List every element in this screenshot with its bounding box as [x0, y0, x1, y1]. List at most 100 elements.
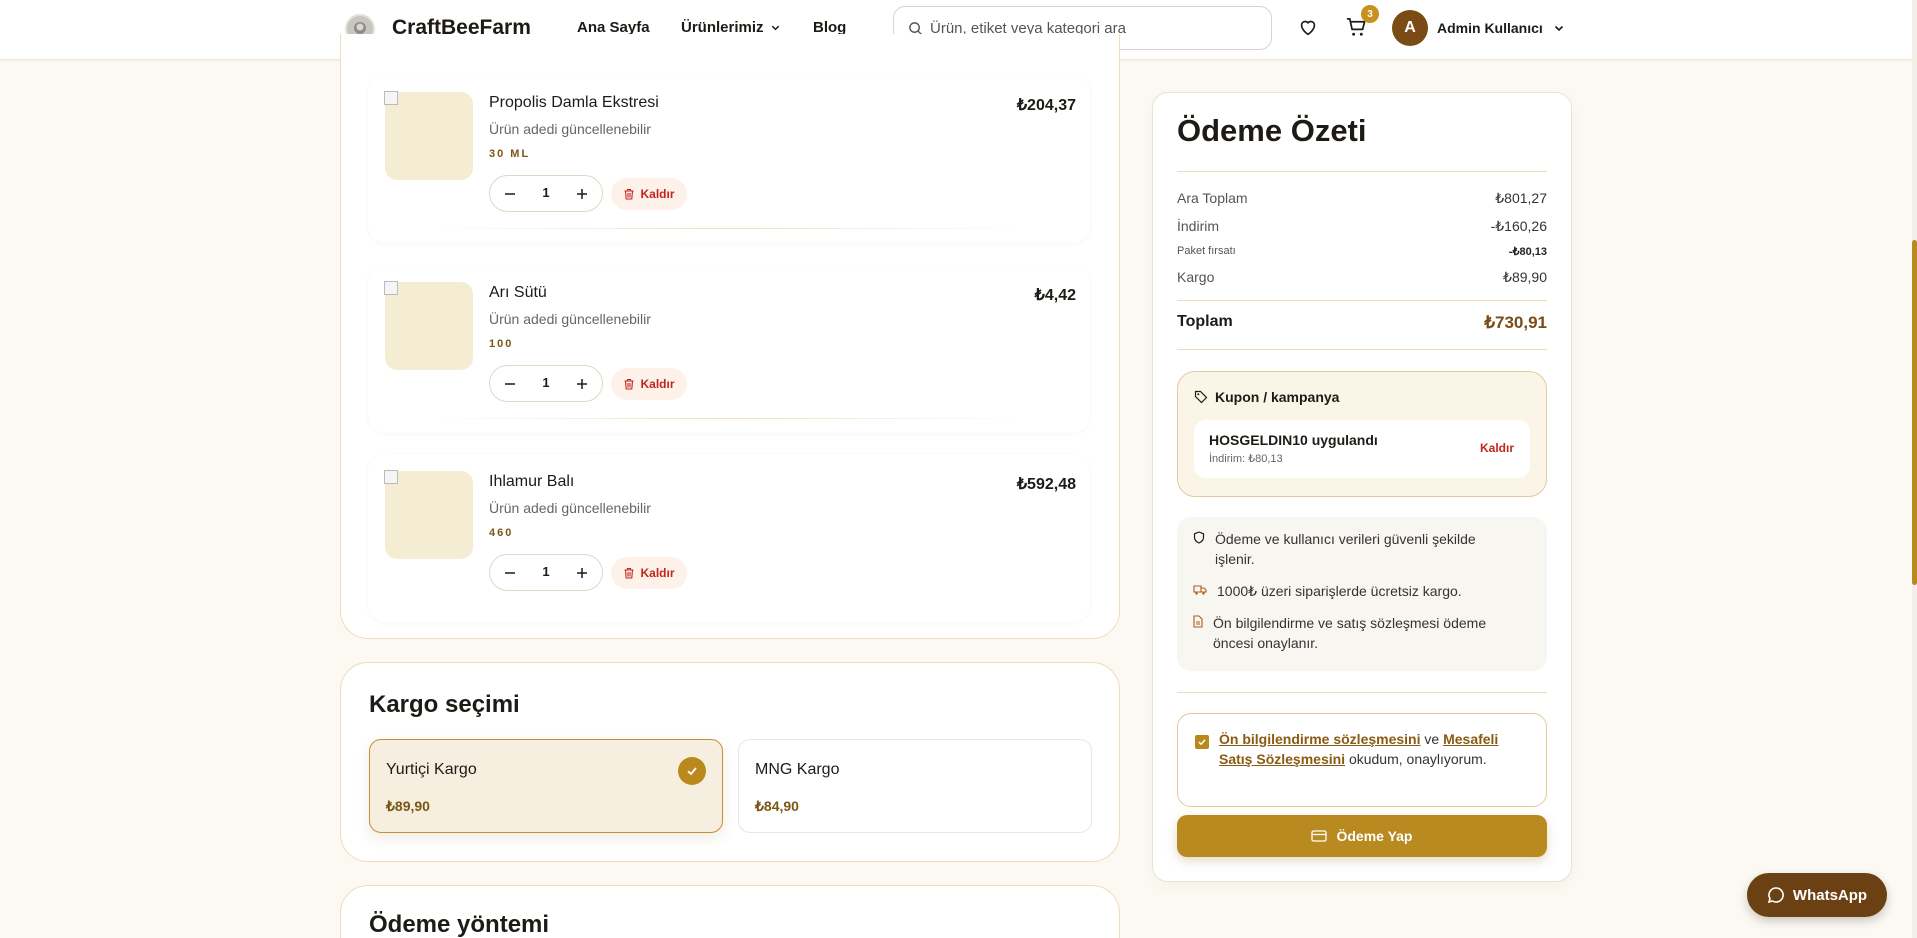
increase-quantity-button[interactable]: [564, 555, 600, 590]
coupon-box: Kupon / kampanya HOSGELDIN10 uygulandı İ…: [1177, 371, 1547, 497]
row-value: -₺80,13: [1508, 246, 1547, 258]
increase-quantity-button[interactable]: [564, 366, 600, 401]
quantity-value[interactable]: 1: [526, 185, 566, 200]
remove-item-button[interactable]: Kaldır: [611, 178, 687, 210]
decrease-quantity-button[interactable]: [492, 366, 528, 401]
agreement-text: Ön bilgilendirme sözleşmesini ve Mesafel…: [1219, 729, 1529, 769]
user-avatar[interactable]: A: [1392, 10, 1428, 46]
preliminary-info-link[interactable]: Ön bilgilendirme sözleşmesini: [1219, 731, 1421, 747]
summary-divider: [1177, 349, 1547, 350]
shipping-option-yurtici[interactable]: Yurtiçi Kargo ₺89,90: [369, 739, 723, 833]
info-text: Ödeme ve kullanıcı verileri güvenli şeki…: [1215, 531, 1476, 567]
plus-icon: [577, 188, 587, 199]
increase-quantity-button[interactable]: [564, 176, 600, 211]
product-name[interactable]: Propolis Damla Ekstresi: [489, 94, 659, 112]
cart-item-card: Propolis Damla Ekstresi Ürün adedi günce…: [368, 75, 1090, 243]
summary-divider: [1177, 171, 1547, 172]
remove-label: Kaldır: [640, 187, 675, 201]
shipping-panel: Kargo seçimi Yurtiçi Kargo ₺89,90 MNG Ka…: [340, 662, 1120, 862]
info-item: 1000₺ üzeri siparişlerde ücretsiz kargo.: [1193, 581, 1513, 601]
scrollbar-thumb[interactable]: [1912, 240, 1917, 585]
row-label: Ara Toplam: [1177, 190, 1248, 206]
agreement-box: Ön bilgilendirme sözleşmesini ve Mesafel…: [1177, 713, 1547, 807]
product-image[interactable]: [384, 281, 473, 370]
remove-label: Kaldır: [640, 566, 675, 580]
cart-count-badge: 3: [1361, 5, 1379, 23]
page-scrollbar[interactable]: [1912, 0, 1917, 938]
decrease-quantity-button[interactable]: [492, 555, 528, 590]
check-icon: [678, 757, 706, 785]
decrease-quantity-button[interactable]: [492, 176, 528, 211]
info-item: Ön bilgilendirme ve satış sözleşmesi öde…: [1193, 613, 1513, 653]
product-subtitle: Ürün adedi güncellenebilir: [489, 500, 651, 516]
quantity-value[interactable]: 1: [526, 375, 566, 390]
remove-item-button[interactable]: Kaldır: [611, 557, 687, 589]
shield-icon: [1193, 531, 1205, 544]
remove-coupon-button[interactable]: Kaldır: [1480, 441, 1514, 455]
chat-bubble-icon: [1767, 887, 1784, 904]
agreement-checkbox[interactable]: [1195, 735, 1209, 749]
summary-divider: [1177, 692, 1547, 693]
quantity-stepper: 1: [489, 175, 603, 212]
summary-divider: [1177, 300, 1547, 301]
shipping-option-mng[interactable]: MNG Kargo ₺84,90: [738, 739, 1092, 833]
total-value: ₺730,91: [1484, 313, 1547, 332]
summary-row-subtotal: Ara Toplam ₺801,27: [1177, 190, 1547, 207]
product-name[interactable]: Arı Sütü: [489, 284, 547, 302]
minus-icon: [505, 571, 515, 574]
remove-label: Kaldır: [640, 377, 675, 391]
pay-button-label: Ödeme Yap: [1336, 828, 1413, 844]
summary-row-bundle-deal: Paket fırsatı -₺80,13: [1177, 245, 1547, 258]
plus-icon: [577, 567, 587, 578]
agreement-connector: ve: [1420, 731, 1444, 747]
shipping-option-price: ₺89,90: [386, 798, 430, 814]
payment-method-panel: Ödeme yöntemi: [340, 885, 1120, 938]
summary-row-shipping: Kargo ₺89,90: [1177, 269, 1547, 286]
row-label: Paket fırsatı: [1177, 245, 1236, 257]
remove-item-button[interactable]: Kaldır: [611, 368, 687, 400]
total-label: Toplam: [1177, 313, 1233, 330]
product-price: ₺4,42: [1034, 287, 1076, 304]
info-text: 1000₺ üzeri siparişlerde ücretsiz kargo.: [1217, 583, 1462, 599]
cart-item-card: Ihlamur Balı Ürün adedi güncellenebilir …: [368, 454, 1090, 622]
user-menu[interactable]: Admin Kullanıcı: [1437, 20, 1565, 36]
credit-card-icon: [1311, 830, 1328, 842]
favorites-heart-icon[interactable]: [1297, 16, 1319, 43]
trash-icon: [624, 378, 634, 390]
order-summary-panel: Ödeme Özeti Ara Toplam ₺801,27 İndirim -…: [1152, 92, 1572, 882]
minus-icon: [505, 382, 515, 385]
pay-button[interactable]: Ödeme Yap: [1177, 815, 1547, 857]
shipping-option-name: MNG Kargo: [755, 761, 840, 778]
product-image[interactable]: [384, 91, 473, 180]
plus-icon: [577, 378, 587, 389]
minus-icon: [505, 192, 515, 195]
applied-coupon: HOSGELDIN10 uygulandı İndirim: ₺80,13 Ka…: [1194, 420, 1530, 478]
info-text: Ön bilgilendirme ve satış sözleşmesi öde…: [1213, 615, 1487, 651]
row-label: Kargo: [1177, 269, 1215, 285]
summary-row-discount: İndirim -₺160,26: [1177, 218, 1547, 235]
quantity-value[interactable]: 1: [526, 564, 566, 579]
payment-method-title: Ödeme yöntemi: [369, 911, 550, 938]
coupon-heading: Kupon / kampanya: [1194, 389, 1339, 405]
trash-icon: [624, 188, 634, 200]
product-variant: 30 ML: [489, 148, 531, 160]
shipping-title: Kargo seçimi: [369, 691, 520, 718]
card-divider: [428, 418, 1030, 419]
card-divider: [428, 228, 1030, 229]
product-name[interactable]: Ihlamur Balı: [489, 473, 574, 491]
product-image[interactable]: [384, 470, 473, 559]
quantity-stepper: 1: [489, 365, 603, 402]
coupon-heading-label: Kupon / kampanya: [1215, 389, 1340, 405]
info-item: Ödeme ve kullanıcı verileri güvenli şeki…: [1193, 529, 1513, 569]
whatsapp-label: WhatsApp: [1792, 886, 1868, 904]
chevron-down-icon: [771, 25, 779, 31]
whatsapp-button[interactable]: WhatsApp: [1747, 873, 1887, 917]
user-name: Admin Kullanıcı: [1437, 20, 1543, 36]
row-value: ₺801,27: [1495, 190, 1547, 206]
product-subtitle: Ürün adedi güncellenebilir: [489, 121, 651, 137]
row-value: ₺89,90: [1503, 269, 1547, 285]
product-subtitle: Ürün adedi güncellenebilir: [489, 311, 651, 327]
row-label: İndirim: [1177, 218, 1220, 234]
row-value: -₺160,26: [1490, 218, 1547, 234]
product-variant: 100: [489, 338, 514, 350]
